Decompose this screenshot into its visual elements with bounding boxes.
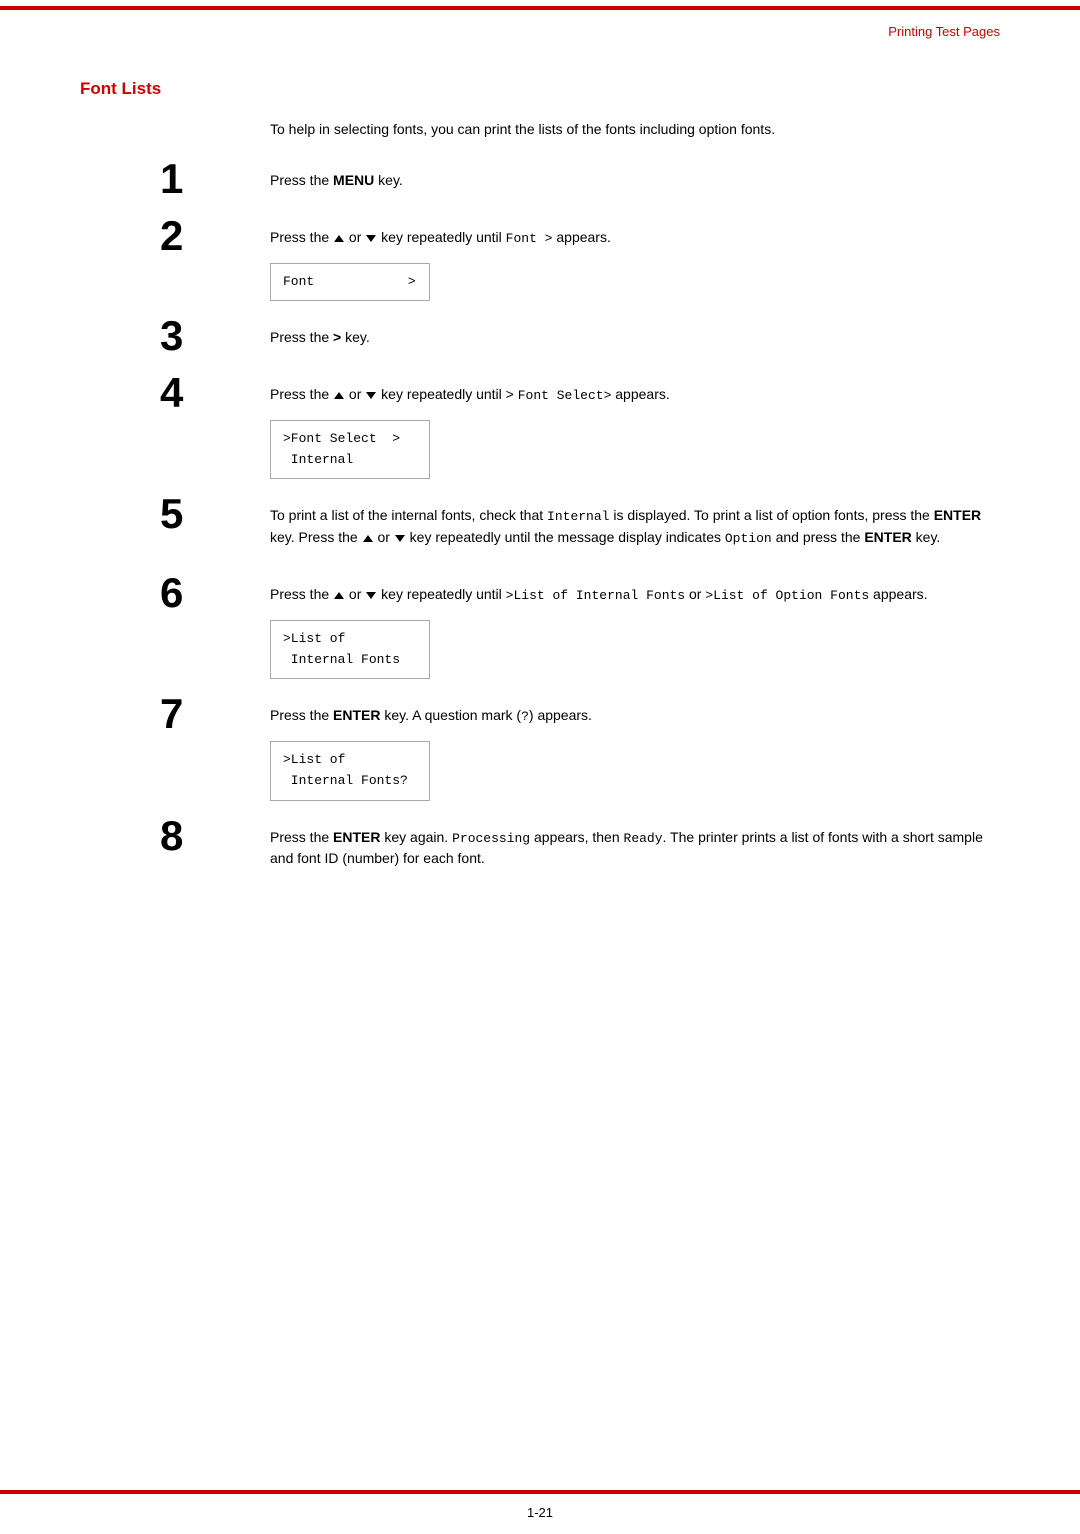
step-6-inline-code2: >List of Option Fonts: [705, 588, 869, 603]
step-2-inline-code: Font >: [506, 231, 553, 246]
step-number-5: 5: [160, 493, 270, 535]
step-6-content: Press the or key repeatedly until >List …: [270, 576, 1000, 679]
arrow-down-icon-6: [366, 592, 376, 599]
step-7-code-box: >List of Internal Fonts?: [270, 741, 430, 801]
step-7: 7 Press the ENTER key. A question mark (…: [160, 697, 1000, 800]
step-5-inline-code2: Option: [725, 531, 772, 546]
step-number-8: 8: [160, 815, 270, 857]
step-7-content: Press the ENTER key. A question mark (?)…: [270, 697, 1000, 800]
steps-container: 1 Press the MENU key. 2 Press the or key…: [160, 162, 1000, 879]
arrow-down-icon: [366, 235, 376, 242]
step-2: 2 Press the or key repeatedly until Font…: [160, 219, 1000, 301]
header-area: Printing Test Pages: [0, 6, 1080, 39]
step-1: 1 Press the MENU key.: [160, 162, 1000, 201]
step-number-3: 3: [160, 315, 270, 357]
step-5: 5 To print a list of the internal fonts,…: [160, 497, 1000, 558]
step-6-code-box: >List of Internal Fonts: [270, 620, 430, 680]
step-4-inline-code: Font Select>: [518, 388, 612, 403]
step-5-content: To print a list of the internal fonts, c…: [270, 497, 1000, 558]
step-8-text: Press the ENTER key again. Processing ap…: [270, 827, 1000, 870]
step-4-text: Press the or key repeatedly until > Font…: [270, 384, 1000, 406]
step-3-content: Press the > key.: [270, 319, 1000, 358]
step-4-code-box: >Font Select > Internal: [270, 420, 430, 480]
bottom-border: [0, 1490, 1080, 1494]
step-7-text: Press the ENTER key. A question mark (?)…: [270, 705, 1000, 727]
step-5-inline-code1: Internal: [547, 509, 609, 524]
intro-text: To help in selecting fonts, you can prin…: [270, 119, 1000, 140]
step-5-text: To print a list of the internal fonts, c…: [270, 505, 1000, 548]
arrow-up-icon-4: [334, 392, 344, 399]
step-8-inline-code1: Processing: [452, 831, 530, 846]
page-number: 1-21: [527, 1505, 553, 1520]
step-2-text: Press the or key repeatedly until Font >…: [270, 227, 1000, 249]
step-8-content: Press the ENTER key again. Processing ap…: [270, 819, 1000, 880]
arrow-up-icon-6: [334, 592, 344, 599]
step-3: 3 Press the > key.: [160, 319, 1000, 358]
step-1-text: Press the MENU key.: [270, 170, 1000, 191]
step-8: 8 Press the ENTER key again. Processing …: [160, 819, 1000, 880]
arrow-up-icon: [334, 235, 344, 242]
step-4: 4 Press the or key repeatedly until > Fo…: [160, 376, 1000, 479]
step-2-content: Press the or key repeatedly until Font >…: [270, 219, 1000, 301]
step-number-1: 1: [160, 158, 270, 200]
page-footer: 1-21: [0, 1505, 1080, 1520]
step-1-content: Press the MENU key.: [270, 162, 1000, 201]
arrow-down-icon-5: [395, 535, 405, 542]
header-right-text: Printing Test Pages: [888, 24, 1000, 39]
step-number-4: 4: [160, 372, 270, 414]
step-6-text: Press the or key repeatedly until >List …: [270, 584, 1000, 606]
arrow-down-icon-4: [366, 392, 376, 399]
step-7-inline-code: ?: [521, 709, 529, 724]
content-area: Font Lists To help in selecting fonts, y…: [0, 39, 1080, 957]
step-6-inline-code1: >List of Internal Fonts: [506, 588, 685, 603]
section-title: Font Lists: [80, 79, 1000, 99]
step-8-inline-code2: Ready: [624, 831, 663, 846]
page-container: Printing Test Pages Font Lists To help i…: [0, 6, 1080, 1534]
step-number-7: 7: [160, 693, 270, 735]
step-number-6: 6: [160, 572, 270, 614]
step-2-code-box: Font >: [270, 263, 430, 302]
step-number-2: 2: [160, 215, 270, 257]
top-border: [0, 6, 1080, 10]
step-3-text: Press the > key.: [270, 327, 1000, 348]
step-6: 6 Press the or key repeatedly until >Lis…: [160, 576, 1000, 679]
arrow-up-icon-5: [363, 535, 373, 542]
step-4-content: Press the or key repeatedly until > Font…: [270, 376, 1000, 479]
